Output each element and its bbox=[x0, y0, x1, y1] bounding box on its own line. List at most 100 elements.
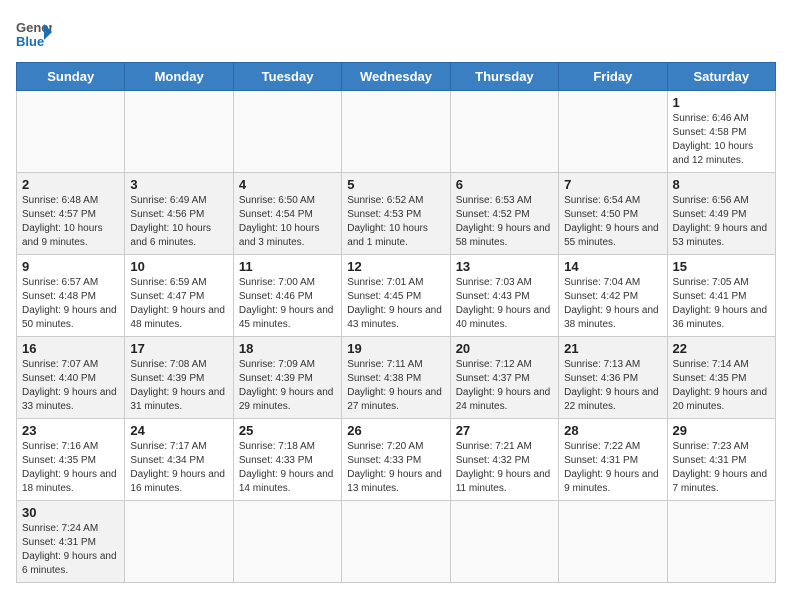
calendar-cell: 9 Sunrise: 6:57 AM Sunset: 4:48 PM Daylig… bbox=[17, 255, 125, 337]
calendar-cell: 21Sunrise: 7:13 AM Sunset: 4:36 PM Dayli… bbox=[559, 337, 667, 419]
weekday-header-friday: Friday bbox=[559, 63, 667, 91]
day-info: Sunrise: 6:49 AM Sunset: 4:56 PM Dayligh… bbox=[130, 194, 227, 250]
calendar-cell: 1 Sunrise: 6:46 AM Sunset: 4:58 PM Daylig… bbox=[667, 91, 775, 173]
day-info: Sunrise: 6:57 AM Sunset: 4:48 PM Dayligh… bbox=[22, 276, 119, 332]
day-number: 28 bbox=[564, 423, 661, 438]
weekday-header-row: SundayMondayTuesdayWednesdayThursdayFrid… bbox=[17, 63, 776, 91]
day-number: 16 bbox=[22, 341, 119, 356]
calendar-cell: 15 Sunrise: 7:05 AM Sunset: 4:41 PM Dayli… bbox=[667, 255, 775, 337]
logo: General Blue bbox=[16, 16, 52, 52]
calendar-cell bbox=[125, 91, 233, 173]
day-info: Sunrise: 7:00 AM Sunset: 4:46 PM Dayligh… bbox=[239, 276, 336, 332]
calendar-cell: 17Sunrise: 7:08 AM Sunset: 4:39 PM Dayli… bbox=[125, 337, 233, 419]
weekday-header-thursday: Thursday bbox=[450, 63, 558, 91]
calendar-cell: 29 Sunrise: 7:23 AM Sunset: 4:31 PM Dayli… bbox=[667, 419, 775, 501]
calendar-week-row: 9 Sunrise: 6:57 AM Sunset: 4:48 PM Daylig… bbox=[17, 255, 776, 337]
day-number: 15 bbox=[673, 259, 770, 274]
weekday-header-tuesday: Tuesday bbox=[233, 63, 341, 91]
day-info: Sunrise: 7:04 AM Sunset: 4:42 PM Dayligh… bbox=[564, 276, 661, 332]
calendar-cell bbox=[450, 91, 558, 173]
calendar-cell: 6Sunrise: 6:53 AM Sunset: 4:52 PM Daylig… bbox=[450, 173, 558, 255]
day-info: Sunrise: 6:59 AM Sunset: 4:47 PM Dayligh… bbox=[130, 276, 227, 332]
calendar-cell: 16Sunrise: 7:07 AM Sunset: 4:40 PM Dayli… bbox=[17, 337, 125, 419]
calendar-cell: 7Sunrise: 6:54 AM Sunset: 4:50 PM Daylig… bbox=[559, 173, 667, 255]
day-number: 17 bbox=[130, 341, 227, 356]
calendar-cell: 18 Sunrise: 7:09 AM Sunset: 4:39 PM Dayli… bbox=[233, 337, 341, 419]
calendar-cell: 22 Sunrise: 7:14 AM Sunset: 4:35 PM Dayli… bbox=[667, 337, 775, 419]
calendar-cell: 14Sunrise: 7:04 AM Sunset: 4:42 PM Dayli… bbox=[559, 255, 667, 337]
calendar-week-row: 16Sunrise: 7:07 AM Sunset: 4:40 PM Dayli… bbox=[17, 337, 776, 419]
calendar-cell bbox=[17, 91, 125, 173]
day-info: Sunrise: 7:01 AM Sunset: 4:45 PM Dayligh… bbox=[347, 276, 444, 332]
day-info: Sunrise: 7:09 AM Sunset: 4:39 PM Dayligh… bbox=[239, 358, 336, 414]
day-number: 29 bbox=[673, 423, 770, 438]
day-number: 23 bbox=[22, 423, 119, 438]
weekday-header-saturday: Saturday bbox=[667, 63, 775, 91]
day-number: 3 bbox=[130, 177, 227, 192]
svg-text:Blue: Blue bbox=[16, 34, 44, 49]
day-number: 5 bbox=[347, 177, 444, 192]
calendar-cell: 28 Sunrise: 7:22 AM Sunset: 4:31 PM Dayli… bbox=[559, 419, 667, 501]
day-number: 6 bbox=[456, 177, 553, 192]
calendar-cell: 13Sunrise: 7:03 AM Sunset: 4:43 PM Dayli… bbox=[450, 255, 558, 337]
day-number: 2 bbox=[22, 177, 119, 192]
calendar-cell: 11 Sunrise: 7:00 AM Sunset: 4:46 PM Dayli… bbox=[233, 255, 341, 337]
weekday-header-monday: Monday bbox=[125, 63, 233, 91]
day-number: 18 bbox=[239, 341, 336, 356]
calendar-cell bbox=[342, 501, 450, 583]
calendar-cell bbox=[667, 501, 775, 583]
day-info: Sunrise: 7:11 AM Sunset: 4:38 PM Dayligh… bbox=[347, 358, 444, 414]
calendar-cell: 25Sunrise: 7:18 AM Sunset: 4:33 PM Dayli… bbox=[233, 419, 341, 501]
weekday-header-sunday: Sunday bbox=[17, 63, 125, 91]
day-info: Sunrise: 7:03 AM Sunset: 4:43 PM Dayligh… bbox=[456, 276, 553, 332]
calendar-week-row: 1 Sunrise: 6:46 AM Sunset: 4:58 PM Daylig… bbox=[17, 91, 776, 173]
day-number: 27 bbox=[456, 423, 553, 438]
calendar-week-row: 23 Sunrise: 7:16 AM Sunset: 4:35 PM Dayli… bbox=[17, 419, 776, 501]
day-number: 10 bbox=[130, 259, 227, 274]
day-info: Sunrise: 7:24 AM Sunset: 4:31 PM Dayligh… bbox=[22, 522, 119, 578]
calendar-cell bbox=[559, 501, 667, 583]
day-info: Sunrise: 7:05 AM Sunset: 4:41 PM Dayligh… bbox=[673, 276, 770, 332]
calendar-cell: 3 Sunrise: 6:49 AM Sunset: 4:56 PM Daylig… bbox=[125, 173, 233, 255]
day-number: 8 bbox=[673, 177, 770, 192]
day-number: 24 bbox=[130, 423, 227, 438]
calendar-cell: 10 Sunrise: 6:59 AM Sunset: 4:47 PM Dayli… bbox=[125, 255, 233, 337]
day-number: 4 bbox=[239, 177, 336, 192]
calendar-cell: 12Sunrise: 7:01 AM Sunset: 4:45 PM Dayli… bbox=[342, 255, 450, 337]
calendar-cell bbox=[342, 91, 450, 173]
day-info: Sunrise: 7:12 AM Sunset: 4:37 PM Dayligh… bbox=[456, 358, 553, 414]
day-info: Sunrise: 6:46 AM Sunset: 4:58 PM Dayligh… bbox=[673, 112, 770, 168]
day-info: Sunrise: 7:20 AM Sunset: 4:33 PM Dayligh… bbox=[347, 440, 444, 496]
day-info: Sunrise: 7:13 AM Sunset: 4:36 PM Dayligh… bbox=[564, 358, 661, 414]
day-number: 26 bbox=[347, 423, 444, 438]
day-info: Sunrise: 6:52 AM Sunset: 4:53 PM Dayligh… bbox=[347, 194, 444, 250]
calendar-week-row: 30 Sunrise: 7:24 AM Sunset: 4:31 PM Dayli… bbox=[17, 501, 776, 583]
calendar-cell: 19 Sunrise: 7:11 AM Sunset: 4:38 PM Dayli… bbox=[342, 337, 450, 419]
day-number: 11 bbox=[239, 259, 336, 274]
weekday-header-wednesday: Wednesday bbox=[342, 63, 450, 91]
day-number: 25 bbox=[239, 423, 336, 438]
day-number: 22 bbox=[673, 341, 770, 356]
day-info: Sunrise: 7:17 AM Sunset: 4:34 PM Dayligh… bbox=[130, 440, 227, 496]
calendar-cell: 8 Sunrise: 6:56 AM Sunset: 4:49 PM Daylig… bbox=[667, 173, 775, 255]
day-number: 1 bbox=[673, 95, 770, 110]
day-number: 30 bbox=[22, 505, 119, 520]
calendar-cell: 23 Sunrise: 7:16 AM Sunset: 4:35 PM Dayli… bbox=[17, 419, 125, 501]
calendar-cell: 30 Sunrise: 7:24 AM Sunset: 4:31 PM Dayli… bbox=[17, 501, 125, 583]
day-number: 19 bbox=[347, 341, 444, 356]
generalblue-logo-icon: General Blue bbox=[16, 16, 52, 52]
day-info: Sunrise: 7:14 AM Sunset: 4:35 PM Dayligh… bbox=[673, 358, 770, 414]
day-info: Sunrise: 7:21 AM Sunset: 4:32 PM Dayligh… bbox=[456, 440, 553, 496]
day-info: Sunrise: 6:56 AM Sunset: 4:49 PM Dayligh… bbox=[673, 194, 770, 250]
calendar-cell: 5 Sunrise: 6:52 AM Sunset: 4:53 PM Daylig… bbox=[342, 173, 450, 255]
day-number: 9 bbox=[22, 259, 119, 274]
calendar-cell bbox=[233, 91, 341, 173]
day-info: Sunrise: 7:16 AM Sunset: 4:35 PM Dayligh… bbox=[22, 440, 119, 496]
page-header: General Blue bbox=[16, 16, 776, 52]
day-info: Sunrise: 7:22 AM Sunset: 4:31 PM Dayligh… bbox=[564, 440, 661, 496]
calendar-week-row: 2Sunrise: 6:48 AM Sunset: 4:57 PM Daylig… bbox=[17, 173, 776, 255]
day-info: Sunrise: 7:23 AM Sunset: 4:31 PM Dayligh… bbox=[673, 440, 770, 496]
day-number: 20 bbox=[456, 341, 553, 356]
calendar-cell bbox=[125, 501, 233, 583]
calendar-table: SundayMondayTuesdayWednesdayThursdayFrid… bbox=[16, 62, 776, 583]
